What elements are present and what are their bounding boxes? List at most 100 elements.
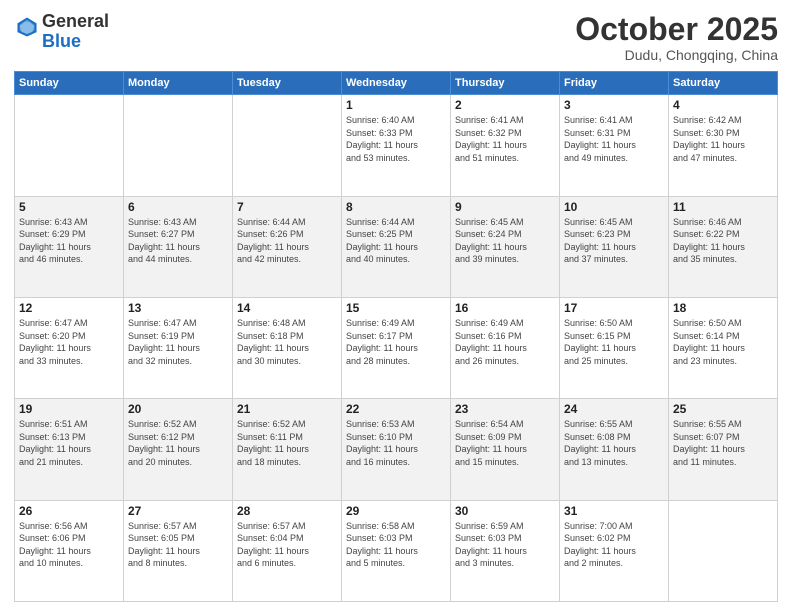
- day-number: 3: [564, 98, 664, 112]
- table-cell: 22 Sunrise: 6:53 AM Sunset: 6:10 PM Dayli…: [342, 399, 451, 500]
- col-friday: Friday: [560, 72, 669, 95]
- table-cell: 23 Sunrise: 6:54 AM Sunset: 6:09 PM Dayli…: [451, 399, 560, 500]
- day-detail: Sunrise: 6:47 AM Sunset: 6:20 PM Dayligh…: [19, 317, 119, 367]
- table-cell: 18Sunrise: 6:50 AM Sunset: 6:14 PM Dayli…: [669, 297, 778, 398]
- day-detail: Sunrise: 6:55 AM Sunset: 6:08 PM Dayligh…: [564, 418, 664, 468]
- day-number: 17: [564, 301, 664, 315]
- day-number: 21: [237, 402, 337, 416]
- page: General Blue October 2025 Dudu, Chongqin…: [0, 0, 792, 612]
- day-detail: Sunrise: 6:44 AM Sunset: 6:25 PM Dayligh…: [346, 216, 446, 266]
- day-detail: Sunrise: 6:58 AM Sunset: 6:03 PM Dayligh…: [346, 520, 446, 570]
- location-title: Dudu, Chongqing, China: [575, 47, 778, 63]
- table-cell: 15 Sunrise: 6:49 AM Sunset: 6:17 PM Dayli…: [342, 297, 451, 398]
- week-row-2: 5 Sunrise: 6:43 AM Sunset: 6:29 PM Daylig…: [15, 196, 778, 297]
- table-cell: 5 Sunrise: 6:43 AM Sunset: 6:29 PM Daylig…: [15, 196, 124, 297]
- day-detail: Sunrise: 6:41 AM Sunset: 6:31 PM Dayligh…: [564, 114, 664, 164]
- title-block: October 2025 Dudu, Chongqing, China: [575, 12, 778, 63]
- day-detail: Sunrise: 6:54 AM Sunset: 6:09 PM Dayligh…: [455, 418, 555, 468]
- day-number: 4: [673, 98, 773, 112]
- col-tuesday: Tuesday: [233, 72, 342, 95]
- day-detail: Sunrise: 6:49 AM Sunset: 6:16 PM Dayligh…: [455, 317, 555, 367]
- table-cell: 24 Sunrise: 6:55 AM Sunset: 6:08 PM Dayli…: [560, 399, 669, 500]
- table-cell: 2Sunrise: 6:41 AM Sunset: 6:32 PM Daylig…: [451, 95, 560, 196]
- table-cell: 27Sunrise: 6:57 AM Sunset: 6:05 PM Dayli…: [124, 500, 233, 601]
- calendar-table: Sunday Monday Tuesday Wednesday Thursday…: [14, 71, 778, 602]
- table-cell: 4Sunrise: 6:42 AM Sunset: 6:30 PM Daylig…: [669, 95, 778, 196]
- day-number: 29: [346, 504, 446, 518]
- col-wednesday: Wednesday: [342, 72, 451, 95]
- day-number: 12: [19, 301, 119, 315]
- day-number: 25: [673, 402, 773, 416]
- day-detail: Sunrise: 6:50 AM Sunset: 6:15 PM Dayligh…: [564, 317, 664, 367]
- table-cell: 13 Sunrise: 6:47 AM Sunset: 6:19 PM Dayli…: [124, 297, 233, 398]
- day-number: 13: [128, 301, 228, 315]
- day-detail: Sunrise: 6:45 AM Sunset: 6:23 PM Dayligh…: [564, 216, 664, 266]
- day-detail: Sunrise: 6:51 AM Sunset: 6:13 PM Dayligh…: [19, 418, 119, 468]
- table-cell: 7Sunrise: 6:44 AM Sunset: 6:26 PM Daylig…: [233, 196, 342, 297]
- col-monday: Monday: [124, 72, 233, 95]
- table-cell: 11Sunrise: 6:46 AM Sunset: 6:22 PM Dayli…: [669, 196, 778, 297]
- day-detail: Sunrise: 7:00 AM Sunset: 6:02 PM Dayligh…: [564, 520, 664, 570]
- logo: General Blue: [14, 12, 109, 52]
- table-cell: 12 Sunrise: 6:47 AM Sunset: 6:20 PM Dayli…: [15, 297, 124, 398]
- calendar-header-row: Sunday Monday Tuesday Wednesday Thursday…: [15, 72, 778, 95]
- table-cell: 16 Sunrise: 6:49 AM Sunset: 6:16 PM Dayli…: [451, 297, 560, 398]
- day-detail: Sunrise: 6:47 AM Sunset: 6:19 PM Dayligh…: [128, 317, 228, 367]
- day-number: 23: [455, 402, 555, 416]
- day-number: 7: [237, 200, 337, 214]
- day-number: 31: [564, 504, 664, 518]
- day-detail: Sunrise: 6:59 AM Sunset: 6:03 PM Dayligh…: [455, 520, 555, 570]
- day-detail: Sunrise: 6:43 AM Sunset: 6:29 PM Dayligh…: [19, 216, 119, 266]
- day-detail: Sunrise: 6:43 AM Sunset: 6:27 PM Dayligh…: [128, 216, 228, 266]
- day-number: 19: [19, 402, 119, 416]
- day-detail: Sunrise: 6:57 AM Sunset: 6:05 PM Dayligh…: [128, 520, 228, 570]
- day-number: 15: [346, 301, 446, 315]
- table-cell: 17 Sunrise: 6:50 AM Sunset: 6:15 PM Dayli…: [560, 297, 669, 398]
- table-cell: 30 Sunrise: 6:59 AM Sunset: 6:03 PM Dayli…: [451, 500, 560, 601]
- day-detail: Sunrise: 6:48 AM Sunset: 6:18 PM Dayligh…: [237, 317, 337, 367]
- table-cell: 9Sunrise: 6:45 AM Sunset: 6:24 PM Daylig…: [451, 196, 560, 297]
- day-number: 30: [455, 504, 555, 518]
- table-cell: 6 Sunrise: 6:43 AM Sunset: 6:27 PM Daylig…: [124, 196, 233, 297]
- day-number: 1: [346, 98, 446, 112]
- week-row-3: 12 Sunrise: 6:47 AM Sunset: 6:20 PM Dayli…: [15, 297, 778, 398]
- logo-text: General Blue: [42, 12, 109, 52]
- day-number: 22: [346, 402, 446, 416]
- table-cell: 21Sunrise: 6:52 AM Sunset: 6:11 PM Dayli…: [233, 399, 342, 500]
- day-number: 28: [237, 504, 337, 518]
- table-cell: 1 Sunrise: 6:40 AM Sunset: 6:33 PM Daylig…: [342, 95, 451, 196]
- day-number: 8: [346, 200, 446, 214]
- table-cell: [124, 95, 233, 196]
- day-number: 10: [564, 200, 664, 214]
- col-saturday: Saturday: [669, 72, 778, 95]
- day-number: 9: [455, 200, 555, 214]
- week-row-1: 1 Sunrise: 6:40 AM Sunset: 6:33 PM Daylig…: [15, 95, 778, 196]
- day-detail: Sunrise: 6:49 AM Sunset: 6:17 PM Dayligh…: [346, 317, 446, 367]
- month-title: October 2025: [575, 12, 778, 47]
- table-cell: [669, 500, 778, 601]
- day-number: 5: [19, 200, 119, 214]
- week-row-4: 19 Sunrise: 6:51 AM Sunset: 6:13 PM Dayli…: [15, 399, 778, 500]
- day-detail: Sunrise: 6:46 AM Sunset: 6:22 PM Dayligh…: [673, 216, 773, 266]
- col-sunday: Sunday: [15, 72, 124, 95]
- table-cell: 3 Sunrise: 6:41 AM Sunset: 6:31 PM Daylig…: [560, 95, 669, 196]
- table-cell: [233, 95, 342, 196]
- day-number: 18: [673, 301, 773, 315]
- day-number: 16: [455, 301, 555, 315]
- table-cell: 14Sunrise: 6:48 AM Sunset: 6:18 PM Dayli…: [233, 297, 342, 398]
- day-number: 24: [564, 402, 664, 416]
- day-number: 6: [128, 200, 228, 214]
- day-detail: Sunrise: 6:53 AM Sunset: 6:10 PM Dayligh…: [346, 418, 446, 468]
- table-cell: 25 Sunrise: 6:55 AM Sunset: 6:07 PM Dayli…: [669, 399, 778, 500]
- table-cell: 8 Sunrise: 6:44 AM Sunset: 6:25 PM Daylig…: [342, 196, 451, 297]
- day-detail: Sunrise: 6:40 AM Sunset: 6:33 PM Dayligh…: [346, 114, 446, 164]
- day-number: 26: [19, 504, 119, 518]
- logo-icon: [16, 16, 38, 38]
- table-cell: 29 Sunrise: 6:58 AM Sunset: 6:03 PM Dayli…: [342, 500, 451, 601]
- day-detail: Sunrise: 6:56 AM Sunset: 6:06 PM Dayligh…: [19, 520, 119, 570]
- table-cell: 19 Sunrise: 6:51 AM Sunset: 6:13 PM Dayli…: [15, 399, 124, 500]
- table-cell: 26 Sunrise: 6:56 AM Sunset: 6:06 PM Dayli…: [15, 500, 124, 601]
- day-number: 20: [128, 402, 228, 416]
- week-row-5: 26 Sunrise: 6:56 AM Sunset: 6:06 PM Dayli…: [15, 500, 778, 601]
- day-detail: Sunrise: 6:55 AM Sunset: 6:07 PM Dayligh…: [673, 418, 773, 468]
